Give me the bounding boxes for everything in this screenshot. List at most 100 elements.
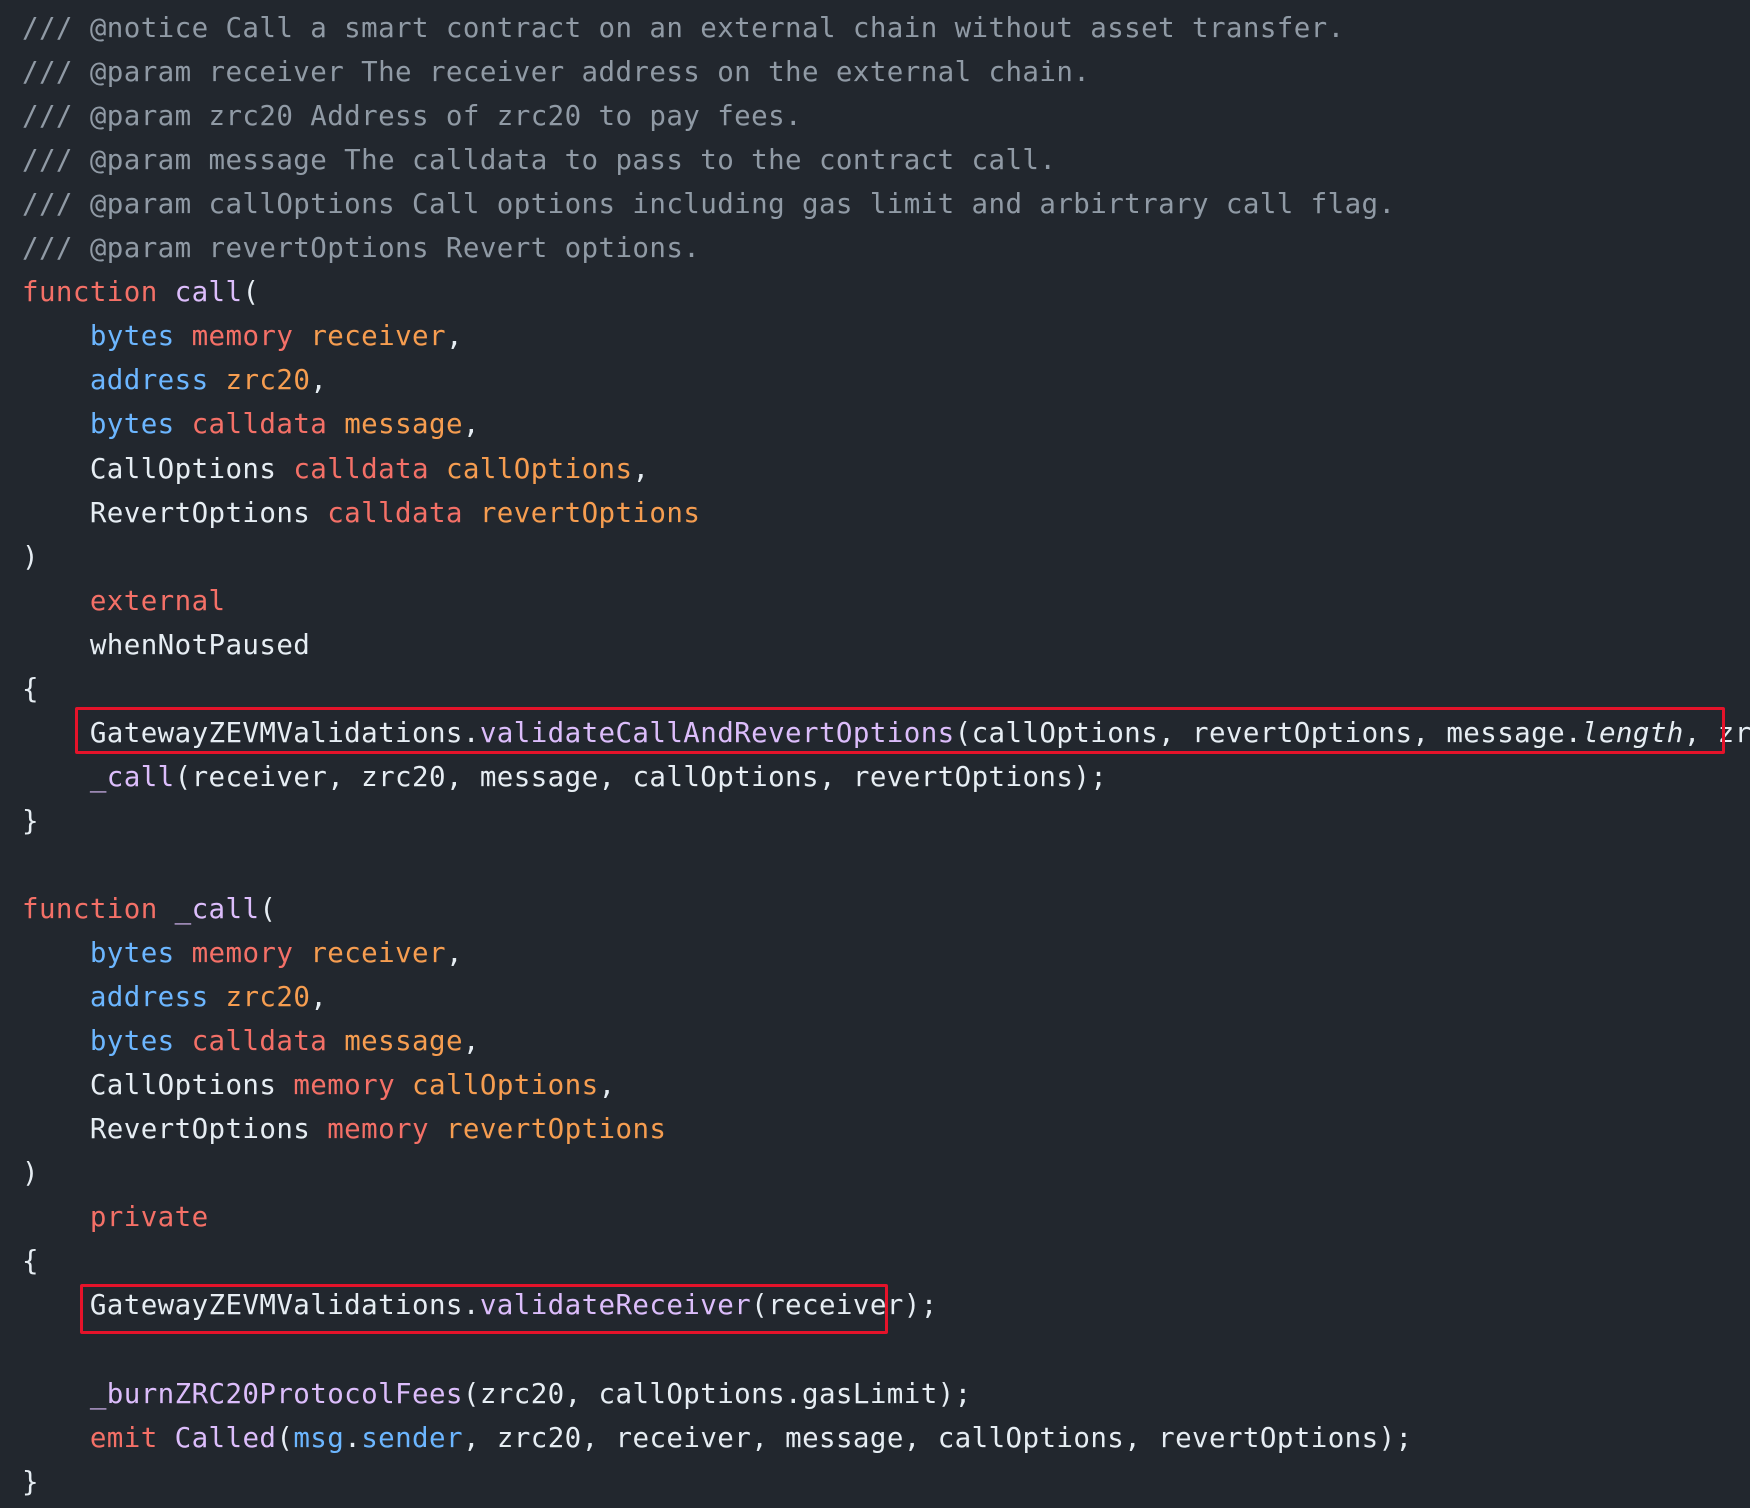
code-token-plain: ( xyxy=(276,1421,294,1454)
code-token-plain: (receiver, zrc20, message, callOptions, … xyxy=(174,760,1108,793)
code-token-comment: /// @notice Call a smart contract on an … xyxy=(22,12,1345,44)
code-line: /// @param callOptions Call options incl… xyxy=(22,184,1395,224)
code-token-comment: /// @param message The calldata to pass … xyxy=(22,144,1057,177)
code-token-keyword: memory xyxy=(191,937,294,970)
code-token-type: bytes xyxy=(89,937,175,970)
code-token-param: receiver xyxy=(310,320,446,353)
code-line: CallOptions calldata callOptions, xyxy=(22,449,649,489)
code-token-plain: CallOptions xyxy=(22,1069,294,1102)
code-token-type: msg xyxy=(293,1421,345,1454)
code-line: external xyxy=(22,581,225,621)
code-token-type: bytes xyxy=(89,1025,175,1058)
code-token-plain: , xyxy=(462,408,480,441)
code-token-func: _burnZRC20ProtocolFees xyxy=(89,1377,463,1410)
code-token-param: callOptions xyxy=(412,1069,599,1102)
code-line: RevertOptions calldata revertOptions xyxy=(22,493,700,533)
code-token-param: zrc20 xyxy=(225,364,311,397)
code-token-func: Called xyxy=(174,1421,277,1454)
code-token-plain: whenNotPaused xyxy=(22,628,311,661)
highlight-box-validate-receiver xyxy=(80,1284,888,1334)
highlight-box-validate-call-and-revert-options xyxy=(75,707,1725,754)
code-line: whenNotPaused xyxy=(22,625,310,665)
code-token-type: sender xyxy=(361,1421,463,1454)
code-token-param: zrc20 xyxy=(225,981,311,1014)
code-token-plain: } xyxy=(22,804,39,837)
code-token-plain: , zrc20, receiver, message, callOptions,… xyxy=(462,1421,1413,1454)
code-token-type: address xyxy=(89,981,209,1014)
code-token-keyword: memory xyxy=(327,1113,429,1146)
code-token-comment: /// @param revertOptions Revert options. xyxy=(22,232,701,265)
code-token-plain: , xyxy=(462,1025,480,1058)
code-token-param: callOptions xyxy=(445,452,633,485)
code-token-plain: { xyxy=(22,672,39,705)
code-token-plain: , xyxy=(445,937,463,970)
code-token-keyword: external xyxy=(89,584,226,617)
code-token-keyword: memory xyxy=(191,320,294,353)
code-token-plain: ( xyxy=(242,276,260,309)
code-token-func: _call xyxy=(174,893,260,925)
code-view: /// @notice Call a smart contract on an … xyxy=(0,0,1750,1508)
code-token-type: address xyxy=(89,364,209,397)
code-line: ) xyxy=(22,537,39,577)
code-token-param: message xyxy=(344,408,463,441)
code-line: /// @param zrc20 Address of zrc20 to pay… xyxy=(22,96,802,136)
code-token-keyword: emit xyxy=(89,1421,158,1454)
code-token-param: revertOptions xyxy=(479,496,701,529)
code-token-func: call xyxy=(174,276,243,309)
code-line: function call( xyxy=(22,272,259,312)
code-line: { xyxy=(22,1241,39,1281)
code-token-param: revertOptions xyxy=(445,1113,667,1146)
code-token-plain: , xyxy=(632,452,650,485)
code-token-keyword: calldata xyxy=(191,1025,328,1058)
code-token-plain: ) xyxy=(22,540,39,573)
code-line: private xyxy=(22,1197,209,1237)
code-line: address zrc20, xyxy=(22,977,327,1017)
code-token-plain: ( xyxy=(259,893,277,925)
code-token-keyword: memory xyxy=(293,1069,396,1102)
code-token-type: bytes xyxy=(89,320,175,353)
code-token-comment: /// @param receiver The receiver address… xyxy=(22,56,1091,89)
code-line: _call(receiver, zrc20, message, callOpti… xyxy=(22,757,1107,797)
code-line: ) xyxy=(22,1153,39,1193)
code-line: /// @notice Call a smart contract on an … xyxy=(22,8,1345,48)
code-line: bytes calldata message, xyxy=(22,1021,480,1061)
code-line: bytes calldata message, xyxy=(22,404,480,444)
code-line: { xyxy=(22,669,39,709)
code-token-plain: RevertOptions xyxy=(22,496,328,529)
code-token-keyword: function xyxy=(22,893,158,925)
code-token-type: bytes xyxy=(89,408,175,441)
code-token-plain: , xyxy=(310,364,328,397)
code-token-keyword: function xyxy=(22,276,158,309)
code-line: address zrc20, xyxy=(22,360,327,400)
code-token-keyword: calldata xyxy=(191,408,328,441)
code-token-plain: (zrc20, callOptions.gasLimit); xyxy=(462,1377,972,1410)
code-line: CallOptions memory callOptions, xyxy=(22,1065,616,1105)
code-token-comment: /// @param zrc20 Address of zrc20 to pay… xyxy=(22,100,802,133)
code-token-plain: } xyxy=(22,1465,39,1498)
code-token-comment: /// @param callOptions Call options incl… xyxy=(22,188,1396,221)
code-line: emit Called(msg.sender, zrc20, receiver,… xyxy=(22,1418,1413,1458)
code-line: } xyxy=(22,1462,39,1502)
code-line: /// @param receiver The receiver address… xyxy=(22,52,1090,92)
code-token-plain: , xyxy=(310,981,328,1014)
